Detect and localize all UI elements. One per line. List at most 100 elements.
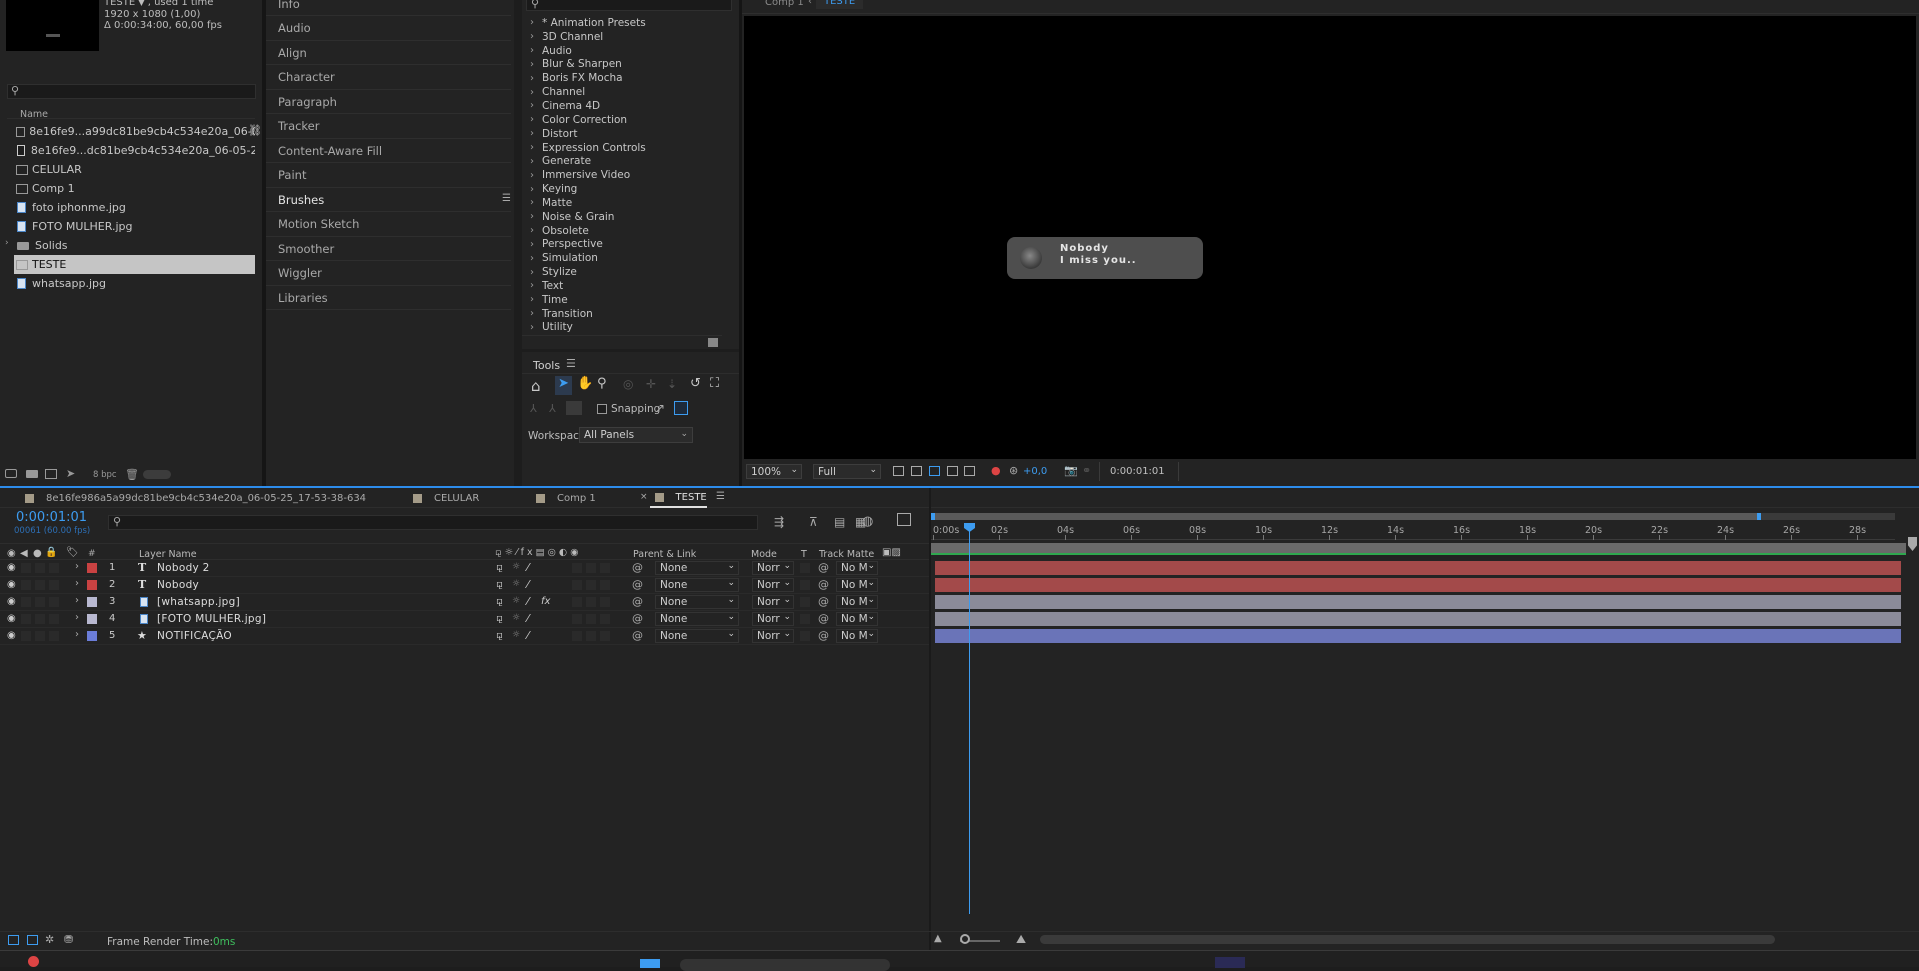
mask-visibility-icon[interactable] [929, 466, 940, 476]
motion-blur-icon[interactable]: ◍ [862, 514, 873, 529]
timeline-tab[interactable]: 8e16fe986a5a99dc81be9cb4c534e20a_06-05-2… [25, 488, 366, 508]
effect-category[interactable]: › Transition [522, 307, 722, 321]
lock-header-icon[interactable]: 🔒 [45, 547, 57, 558]
effect-category[interactable]: › Keying [522, 182, 722, 196]
current-time-indicator[interactable] [969, 523, 970, 914]
panel-content-aware-fill[interactable]: Content-Aware Fill [266, 139, 511, 163]
rotate-tool-icon[interactable]: ↺ [690, 376, 701, 391]
chevron-right-icon[interactable]: › [5, 238, 9, 248]
effect-category[interactable]: › Text [522, 279, 722, 293]
effect-category[interactable]: › Distort [522, 127, 722, 141]
hand-tool-icon[interactable]: ✋ [577, 376, 593, 391]
taskbar-app-icon[interactable] [1215, 957, 1245, 968]
layer-search-input[interactable]: ⚲ [108, 515, 758, 530]
time-ruler[interactable]: 0:00s 02s 04s 06s 08s 10s 12s 14s 16s 18s 20s 22s 24… [931, 520, 1917, 551]
effect-category[interactable]: › Time [522, 293, 722, 307]
solo-header-icon[interactable]: ● [33, 548, 42, 559]
viewer-tab-comp1[interactable]: Comp 1 [765, 0, 804, 8]
effect-category[interactable]: › 3D Channel [522, 30, 722, 44]
transparency-grid-icon[interactable] [911, 466, 922, 476]
timeline-tab[interactable]: Comp 1 [536, 488, 596, 508]
render-queue-icon[interactable]: ➤ [66, 467, 75, 480]
graph-editor-icon[interactable] [897, 513, 911, 526]
snapping-checkbox[interactable] [597, 404, 607, 414]
layer-duration-bar[interactable] [935, 595, 1901, 610]
effect-category[interactable]: › Immersive Video [522, 168, 722, 182]
zoom-tool-icon[interactable]: ⚲ [597, 376, 607, 391]
effect-category[interactable]: › Expression Controls [522, 141, 722, 155]
matte-header-icons[interactable]: ▣▨ [882, 547, 901, 558]
snapping-label[interactable]: Snapping [611, 403, 660, 415]
interpret-footage-icon[interactable] [5, 469, 17, 478]
effect-category[interactable]: › Color Correction [522, 113, 722, 127]
effect-category[interactable]: › Cinema 4D [522, 99, 722, 113]
effect-category[interactable]: › Matte [522, 196, 722, 210]
current-timecode[interactable]: 0:00:01:01 [16, 510, 87, 525]
toggle-layer-switches-icon[interactable] [8, 935, 19, 945]
taskbar-search[interactable] [680, 959, 890, 971]
resolution-select[interactable]: Full ⌄ [813, 464, 881, 479]
comp-name[interactable]: TESTE [104, 0, 135, 8]
timeline-panel-menu-icon[interactable]: ☰ [716, 491, 725, 502]
project-item[interactable]: 8e16fe9...dc81be9cb4c534e20a_06-05-25_17… [14, 141, 255, 160]
effect-category[interactable]: › Channel [522, 85, 722, 99]
draft-3d-icon[interactable]: ⊼ [809, 515, 818, 529]
effect-category[interactable]: › Perspective [522, 238, 722, 252]
selection-tool-icon[interactable]: ➤ [555, 376, 572, 395]
timeline-tab[interactable]: CELULAR [413, 488, 479, 508]
3d-view-icon[interactable] [964, 466, 975, 476]
shy-layers-icon[interactable]: ▤ [834, 515, 845, 529]
workspace-select[interactable]: All Panels ⌄ [579, 427, 693, 443]
effect-category[interactable]: › Generate [522, 154, 722, 168]
effect-category[interactable]: › Simulation [522, 251, 722, 265]
video-toggle-header-icon[interactable]: ◉ [7, 548, 16, 559]
show-snapshot-icon[interactable]: ⚭ [1082, 464, 1091, 477]
panel-info[interactable]: Info [266, 0, 511, 16]
column-number[interactable]: # [88, 549, 96, 559]
new-folder-icon[interactable] [26, 470, 38, 478]
project-item[interactable]: foto iphonme.jpg [14, 198, 255, 217]
home-icon[interactable]: ⌂ [531, 377, 541, 395]
pin-box-icon[interactable] [566, 401, 582, 415]
pin-advanced-icon[interactable]: ⅄ [549, 402, 556, 415]
project-item[interactable]: FOTO MULHER.jpg [14, 217, 255, 236]
panel-tracker[interactable]: Tracker [266, 115, 511, 139]
effect-category[interactable]: › Stylize [522, 265, 722, 279]
panel-brushes[interactable]: Brushes ☰ [266, 188, 511, 212]
bpc-label[interactable]: 8 bpc [93, 470, 117, 480]
work-area-bar[interactable] [931, 513, 1895, 520]
orbit-camera-icon[interactable]: ◎ [623, 377, 633, 391]
pan-camera-icon[interactable]: ✛ [646, 377, 656, 391]
comp-end-marker[interactable] [1908, 537, 1917, 551]
effect-category[interactable]: › * Animation Presets [522, 16, 722, 30]
panel-paragraph[interactable]: Paragraph [266, 90, 511, 114]
project-item[interactable]: CELULAR [14, 160, 255, 179]
audio-toggle-header-icon[interactable]: ◀ [20, 548, 28, 559]
panel-paint[interactable]: Paint [266, 164, 511, 188]
snapshot-icon[interactable]: 📷 [1064, 464, 1078, 477]
anchor-tool-icon[interactable]: ⛶ [710, 376, 719, 391]
effect-category[interactable]: › Audio [522, 44, 722, 58]
project-scroll-slider[interactable] [143, 470, 171, 479]
switches-header[interactable]: ⚼☼⁄fx▤◎◐◉ [495, 547, 581, 558]
timeline-scrollbar[interactable] [1040, 935, 1775, 944]
effect-category[interactable]: › Boris FX Mocha [522, 71, 722, 85]
work-area-end-handle[interactable] [1757, 513, 1761, 520]
toggle-transfer-controls-icon[interactable] [27, 935, 38, 945]
label-header-icon[interactable]: 🏷 [66, 547, 79, 558]
panel-audio[interactable]: Audio [266, 17, 511, 41]
project-item[interactable]: TESTE [14, 255, 255, 274]
zoom-in-icon[interactable]: ⛰ [1016, 932, 1026, 947]
panel-menu-icon[interactable]: ☰ [502, 193, 511, 204]
chevron-down-icon[interactable]: ▼ [138, 0, 144, 7]
timeline-zoom-handle[interactable] [960, 934, 970, 944]
new-preset-icon[interactable] [708, 338, 718, 347]
snap-features-icon[interactable] [674, 401, 688, 415]
panel-wiggler[interactable]: Wiggler [266, 262, 511, 286]
panel-libraries[interactable]: Libraries [266, 286, 511, 310]
project-item[interactable]: 8e16fe9...a99dc81be9cb4c534e20a_06-05-25… [14, 122, 262, 141]
viewer-timecode[interactable]: 0:00:01:01 [1099, 462, 1179, 481]
panel-smoother[interactable]: Smoother [266, 237, 511, 261]
weather-icon[interactable] [28, 956, 39, 967]
render-time-toggle-icon[interactable]: ⛃ [64, 933, 73, 946]
